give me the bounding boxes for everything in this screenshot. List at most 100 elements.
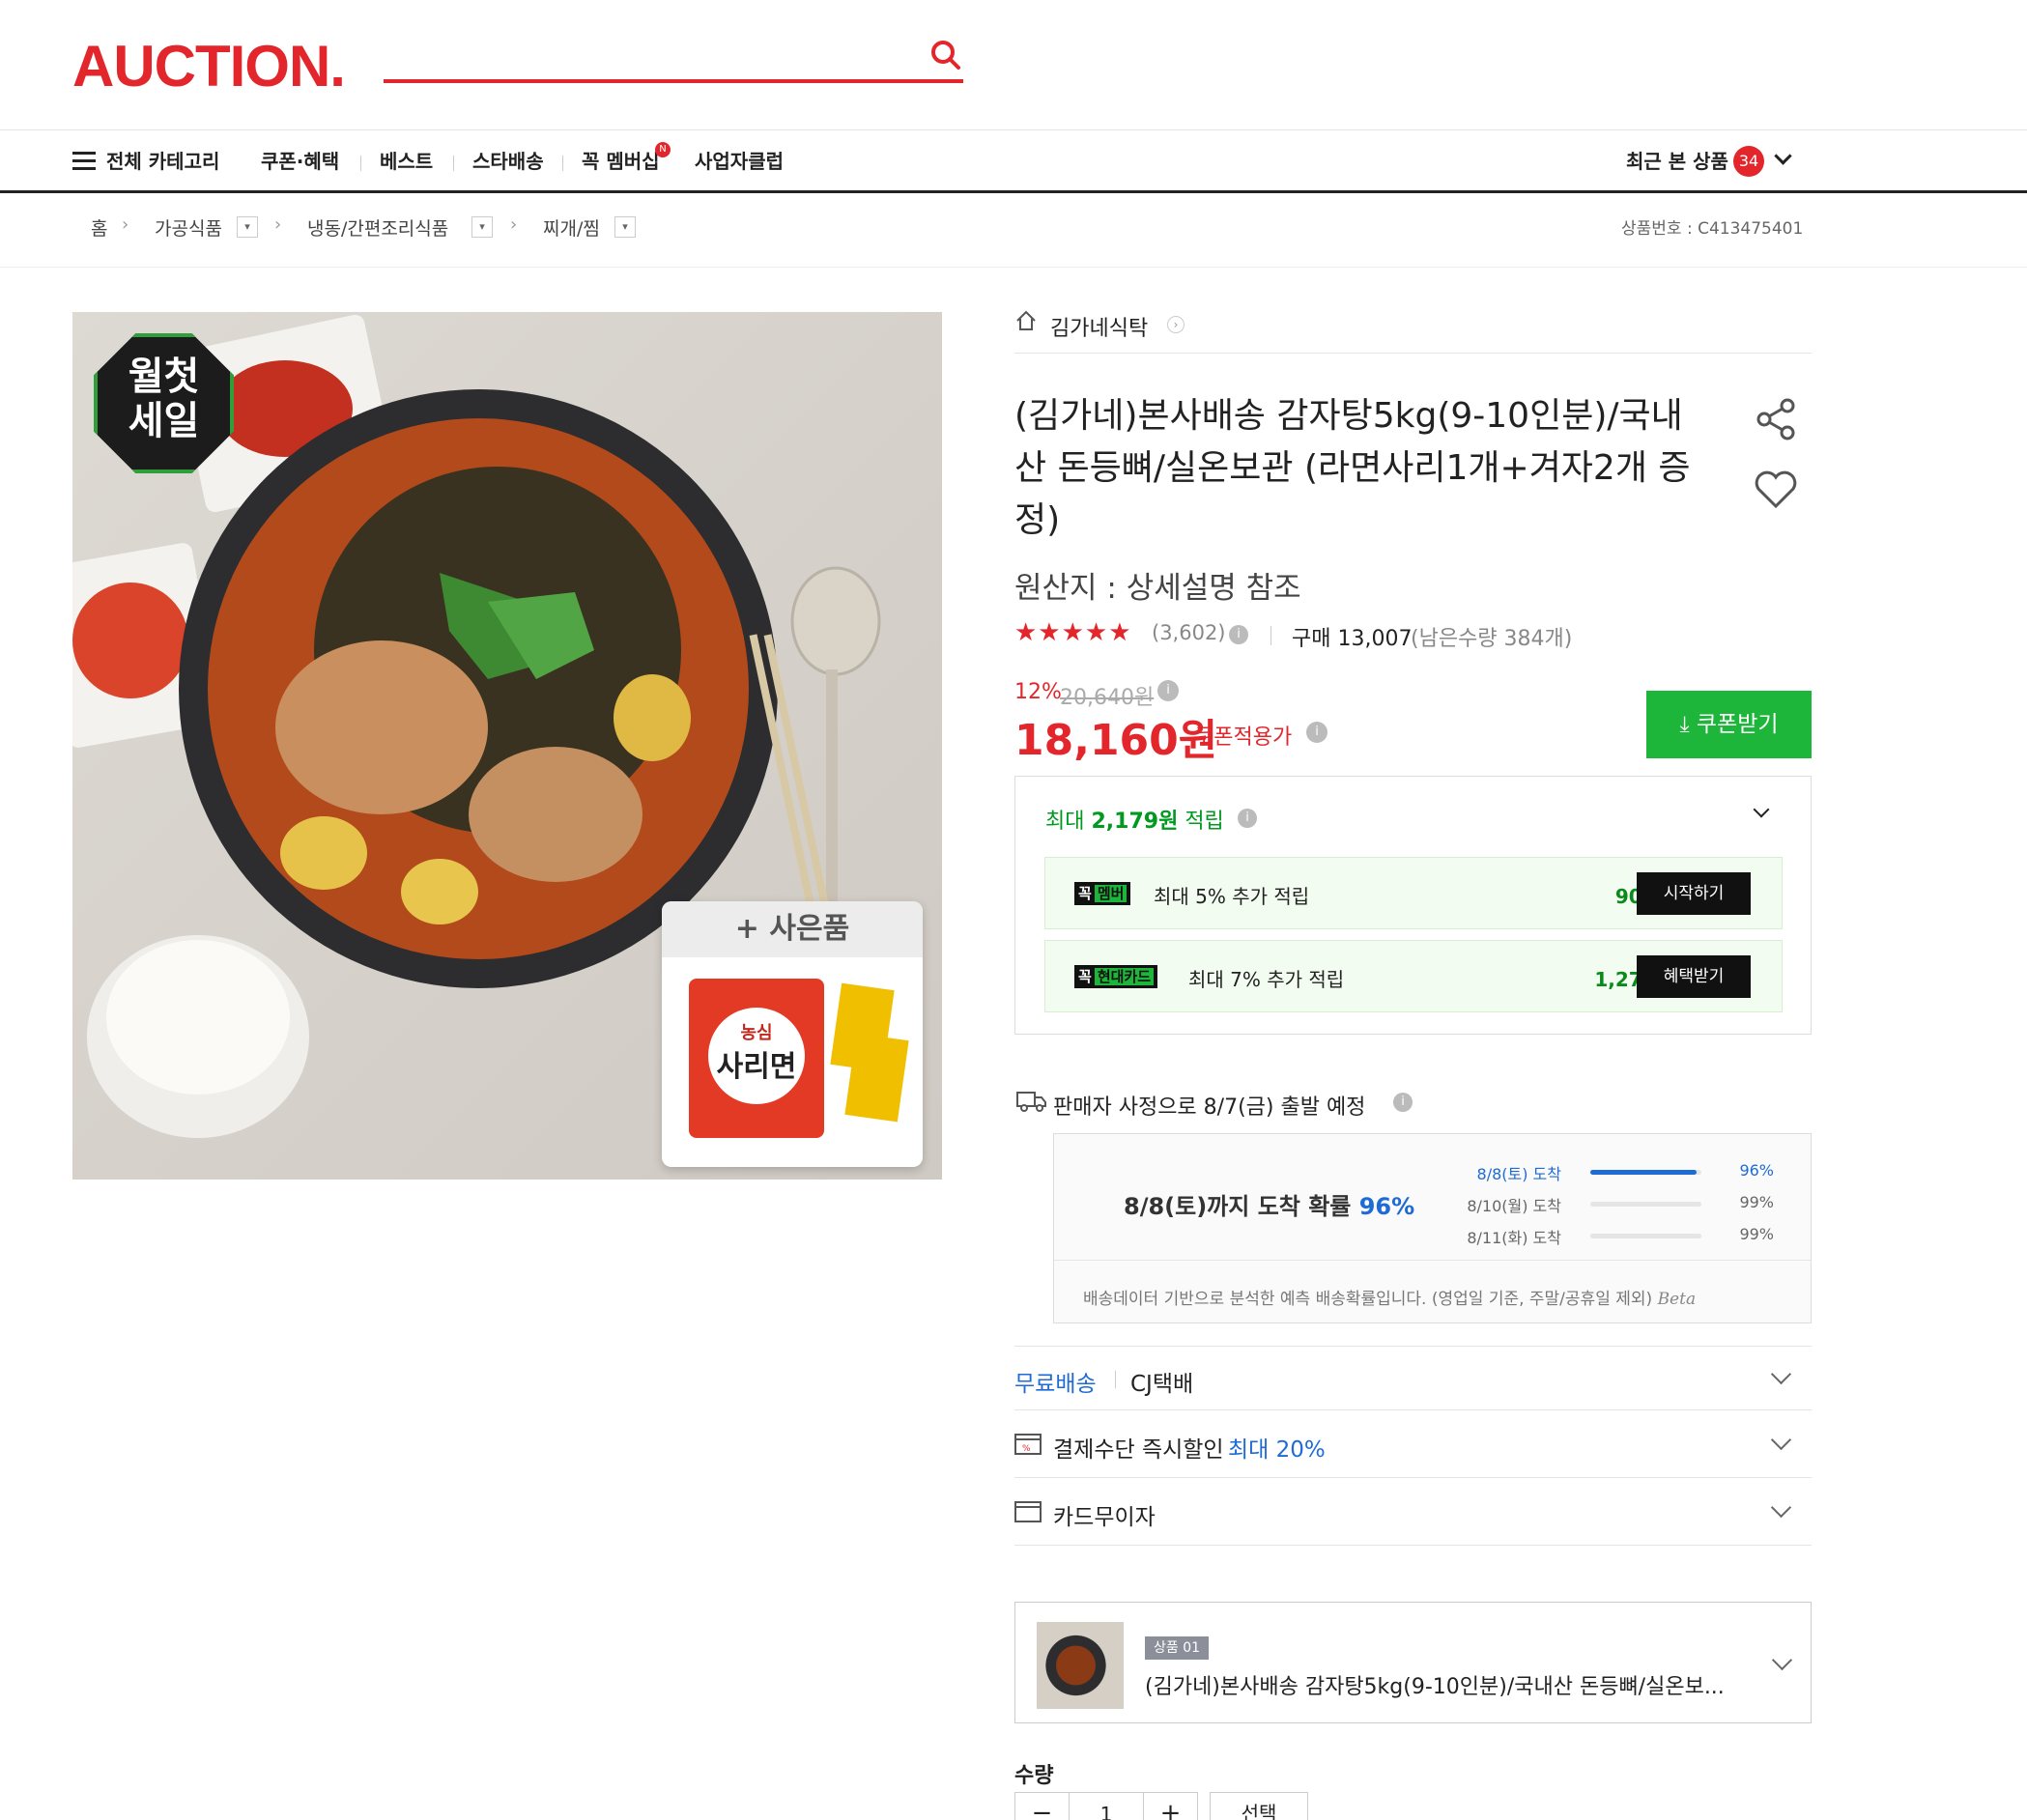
chevron-down-icon[interactable]: ▾	[471, 216, 493, 238]
membership-tag: 꼭 멤버	[1074, 882, 1131, 905]
info-icon[interactable]: i	[1306, 722, 1328, 743]
delivery-probability-panel: 8/8(토)까지 도착 확률 96% 8/8(토) 도착 96% 8/10(월) 도…	[1053, 1133, 1812, 1323]
badge-text: 월첫	[128, 355, 200, 399]
payment-discount-max: 최대 20%	[1228, 1437, 1326, 1463]
origin-info: 원산지 : 상세설명 참조	[1014, 571, 1301, 606]
points-title[interactable]: 최대 2,179원 적립	[1045, 804, 1224, 835]
download-icon: ⤓	[1679, 712, 1690, 737]
nav-all-categories[interactable]: 전체 카테고리	[106, 130, 219, 192]
discount-rate: 12%	[1014, 680, 1062, 704]
plus-button[interactable]: +	[1143, 1793, 1197, 1820]
truck-icon	[1016, 1090, 1047, 1113]
chevron-down-icon[interactable]	[1770, 1429, 1792, 1451]
probability-percent: 96%	[1739, 1161, 1774, 1180]
tag-label: 멤버	[1094, 885, 1128, 902]
remaining-stock: (남은수량 384개)	[1411, 627, 1573, 651]
breadcrumb-home[interactable]: 홈	[91, 214, 107, 241]
menu-icon[interactable]	[72, 152, 96, 171]
search-icon[interactable]	[929, 39, 962, 71]
auction-logo[interactable]: AUCTION.	[72, 33, 346, 100]
info-icon[interactable]: i	[1229, 625, 1248, 644]
chevron-down-icon[interactable]	[1770, 1496, 1792, 1519]
home-icon	[1014, 309, 1036, 330]
arrival-date-label: 8/8(토) 도착	[1476, 1165, 1561, 1183]
get-benefit-button[interactable]: 혜택받기	[1637, 955, 1751, 998]
card-tag: 꼭 현대카드	[1074, 965, 1158, 988]
points-panel: 최대 2,179원 적립 i 꼭멤버 최대 5% 추가 적립 908원 시작하기…	[1014, 776, 1812, 1035]
nav-star-delivery[interactable]: 스타배송	[472, 130, 544, 192]
sale-price: 18,160원	[1014, 716, 1218, 765]
quantity-stepper[interactable]: − 1 +	[1014, 1792, 1198, 1820]
breadcrumb-item[interactable]: 가공식품	[155, 214, 222, 241]
free-shipping: 무료배송	[1014, 1372, 1097, 1397]
nav-best[interactable]: 베스트	[380, 130, 433, 192]
nav-coupon[interactable]: 쿠폰·혜택	[261, 130, 339, 192]
seller-name[interactable]: 김가네식탁	[1050, 311, 1148, 342]
chevron-right-icon: ›	[274, 214, 282, 235]
chevron-down-icon[interactable]	[1774, 147, 1792, 165]
points-row-text: 최대 5% 추가 적립	[1154, 885, 1310, 908]
product-image[interactable]: 월첫 세일 + 사은품 농심 사리면	[40, 312, 942, 1180]
installment-option[interactable]: 카드무이자	[1014, 1479, 1812, 1545]
nav-business-club[interactable]: 사업자클럽	[695, 130, 784, 192]
nav-membership[interactable]: 꼭 멤버십	[582, 130, 660, 192]
chevron-down-icon[interactable]: ▾	[614, 216, 636, 238]
divider	[1054, 1260, 1811, 1261]
gift-name: 사리면	[716, 1050, 797, 1084]
chevron-right-icon: ›	[510, 214, 518, 235]
sale-badge: 월첫 세일	[94, 333, 234, 473]
points-row-text: 최대 7% 추가 적립	[1188, 968, 1345, 991]
delivery-headline: 판매자 사정으로 8/7(금) 출발 예정	[1053, 1095, 1366, 1120]
tag-label: 현대카드	[1094, 968, 1155, 985]
courier: CJ택배	[1130, 1372, 1194, 1397]
payment-discount-option[interactable]: % 결제수단 즉시할인 최대 20%	[1014, 1411, 1812, 1477]
chevron-down-icon[interactable]	[1753, 801, 1770, 818]
chevron-down-icon[interactable]	[1771, 1649, 1793, 1671]
info-icon[interactable]: i	[1157, 680, 1179, 701]
heart-icon[interactable]	[1753, 466, 1799, 512]
quantity-label: 수량	[1014, 1764, 1054, 1788]
gift-brand: 농심	[740, 1023, 773, 1043]
points-amount: 2,179원	[1091, 810, 1179, 834]
tag-prefix: 꼭	[1078, 968, 1092, 985]
arrival-date-label: 8/10(월) 도착	[1467, 1197, 1561, 1215]
minus-button[interactable]: −	[1015, 1793, 1070, 1820]
start-membership-button[interactable]: 시작하기	[1637, 872, 1751, 915]
main-nav: 전체 카테고리 쿠폰·혜택 베스트 스타배송 꼭 멤버십 N 사업자클럽 최근 …	[0, 129, 2027, 193]
divider	[1014, 353, 1812, 354]
nav-divider	[360, 156, 361, 171]
select-button[interactable]: 선택	[1210, 1792, 1308, 1820]
search-bar[interactable]	[384, 35, 963, 83]
delivery-note: 배송데이터 기반으로 분석한 예측 배송확률입니다. (영업일 기준, 주말/공…	[1083, 1285, 1696, 1309]
info-icon[interactable]: i	[1238, 809, 1257, 828]
coupon-download-button[interactable]: ⤓ 쿠폰받기	[1646, 691, 1812, 758]
purchase-count: 구매 13,007	[1292, 627, 1413, 651]
divider	[1014, 1409, 1812, 1410]
gift-label: + 사은품	[662, 901, 923, 957]
shipping-option[interactable]: 무료배송 CJ택배	[1014, 1348, 1812, 1409]
chevron-right-icon: ›	[122, 214, 129, 235]
quantity-value[interactable]: 1	[1070, 1793, 1143, 1820]
product-thumbnail	[1037, 1622, 1124, 1709]
card-points-row: 꼭 현대카드 최대 7% 추가 적립 1,271원 혜택받기	[1044, 940, 1783, 1012]
review-count[interactable]: (3,602)	[1152, 621, 1226, 644]
recent-products[interactable]: 최근 본 상품	[1626, 130, 1728, 192]
gift-card: + 사은품 농심 사리면	[662, 901, 923, 1167]
chevron-right-icon[interactable]: ›	[1167, 316, 1185, 333]
selected-product-box[interactable]: 상품 01 (김가네)본사배송 감자탕5kg(9-10인분)/국내산 돈등뼈/실…	[1014, 1602, 1812, 1723]
breadcrumb: 홈 › 가공식품 ▾ › 냉동/간편조리식품 ▾ › 찌개/찜 ▾ 상품번호 :…	[0, 193, 2027, 268]
chevron-down-icon[interactable]	[1770, 1363, 1792, 1385]
points-suffix: 적립	[1185, 810, 1224, 834]
badge-text: 세일	[128, 399, 200, 443]
probability-text: 8/8(토)까지 도착 확률	[1124, 1193, 1352, 1220]
search-input[interactable]	[384, 35, 905, 77]
breadcrumb-item[interactable]: 냉동/간편조리식품	[307, 214, 448, 241]
svg-text:%: %	[1022, 1444, 1031, 1454]
new-badge: N	[655, 142, 671, 157]
probability-percent: 99%	[1739, 1193, 1774, 1211]
breadcrumb-item[interactable]: 찌개/찜	[543, 214, 600, 241]
share-icon[interactable]	[1753, 396, 1799, 442]
installment-label: 카드무이자	[1053, 1505, 1156, 1530]
info-icon[interactable]: i	[1393, 1093, 1413, 1112]
chevron-down-icon[interactable]: ▾	[237, 216, 258, 238]
